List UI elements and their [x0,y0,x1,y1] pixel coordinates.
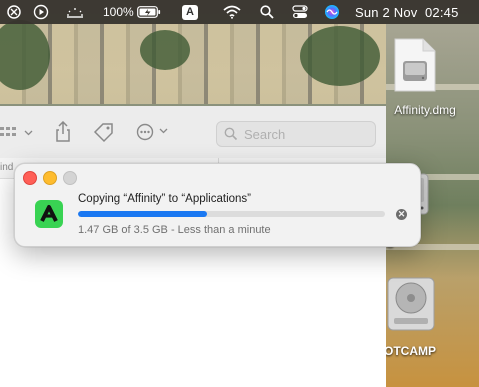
share-icon[interactable] [54,120,72,148]
stop-copy-button[interactable]: ✕ [396,209,407,220]
play-icon[interactable] [33,0,49,24]
input-source-indicator[interactable]: A [182,0,198,24]
copy-progress-fill [78,211,207,217]
copy-title: Copying “Affinity” to “Applications” [78,193,251,205]
battery-percent: 100% [103,5,134,19]
wallpaper-tree [300,26,380,86]
minimize-window-button[interactable] [43,171,57,185]
menu-time[interactable]: 02:45 [425,0,459,24]
input-source-label: A [182,4,198,20]
dmg-file-icon[interactable] [393,37,437,93]
finder-search-field[interactable]: Search [216,121,376,147]
menu-date[interactable]: Sun 2 Nov [355,0,418,24]
copy-progress-bar [78,211,385,217]
battery-charging-icon[interactable] [137,0,161,24]
wifi-alt-icon[interactable] [6,0,22,24]
search-icon [224,127,238,141]
chevron-down-icon [24,130,33,136]
close-icon: ✕ [397,209,406,219]
wifi-icon[interactable] [223,0,241,24]
menu-bar: 100% A Sun 2 Nov 02:45 [0,0,479,24]
more-actions-icon[interactable] [136,123,170,146]
brightness-icon[interactable] [64,0,86,24]
search-placeholder: Search [244,126,286,142]
zoom-window-button-disabled [63,171,77,185]
control-center-icon[interactable] [292,0,308,24]
dmg-file-label[interactable]: Affinity.dmg [370,103,479,117]
bootcamp-drive-icon[interactable] [386,272,436,334]
tag-icon[interactable] [93,123,115,148]
affinity-app-icon [35,200,63,228]
finder-column-label: ind [0,162,14,173]
wallpaper-tree [140,30,190,70]
copy-status-text: 1.47 GB of 3.5 GB - Less than a minute [78,224,271,236]
bootcamp-drive-label[interactable]: OTCAMP [384,344,436,358]
copy-progress-dialog: Copying “Affinity” to “Applications” ✕ 1… [14,163,421,247]
spotlight-search-icon[interactable] [260,0,274,24]
siri-icon[interactable] [324,0,340,24]
view-options-button[interactable] [0,124,38,142]
close-window-button[interactable] [23,171,37,185]
finder-toolbar: Search [0,106,386,159]
